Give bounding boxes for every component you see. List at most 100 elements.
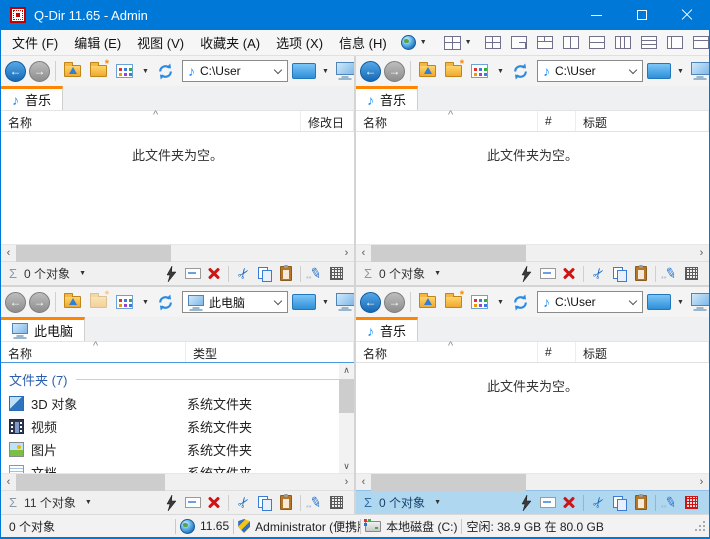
- quick-actions-button[interactable]: [516, 493, 537, 512]
- column-title[interactable]: 标题: [576, 342, 709, 362]
- quick-view-dropdown-icon[interactable]: ▼: [322, 68, 329, 75]
- column-modified[interactable]: 修改日: [301, 111, 354, 131]
- vscroll-down-icon[interactable]: ∨: [343, 459, 350, 473]
- up-folder-button[interactable]: [415, 59, 440, 83]
- tab-music[interactable]: ♪ 音乐: [356, 317, 418, 341]
- pane2-body[interactable]: 此文件夹为空。: [356, 132, 709, 244]
- column-number[interactable]: #: [538, 111, 576, 131]
- file-row[interactable]: 图片 系统文件夹: [1, 438, 354, 461]
- paste-button[interactable]: [630, 264, 651, 283]
- hscroll-track[interactable]: [371, 245, 694, 262]
- forward-button[interactable]: →: [29, 61, 50, 82]
- menu-favorites[interactable]: 收藏夹 (A): [192, 30, 268, 56]
- column-name[interactable]: 名称: [356, 111, 538, 131]
- pane2-hscrollbar[interactable]: ‹ ›: [356, 244, 709, 261]
- refresh-button[interactable]: [508, 290, 533, 314]
- menu-options[interactable]: 选项 (X): [268, 30, 331, 56]
- layout-icon-top-sub[interactable]: [537, 36, 553, 49]
- refresh-button[interactable]: [508, 59, 533, 83]
- view-mode-dropdown-icon[interactable]: ▼: [497, 299, 504, 306]
- hscroll-thumb[interactable]: [16, 474, 165, 491]
- pane4-hscrollbar[interactable]: ‹ ›: [356, 473, 709, 490]
- delete-button[interactable]: [558, 493, 579, 512]
- quick-view-button[interactable]: [647, 290, 672, 314]
- file-row[interactable]: 3D 对象 系统文件夹: [1, 392, 354, 415]
- back-button[interactable]: ←: [5, 292, 26, 313]
- quick-view-button[interactable]: [647, 59, 672, 83]
- hscroll-thumb[interactable]: [371, 474, 526, 491]
- hscroll-right-icon[interactable]: ›: [694, 246, 709, 261]
- hscroll-left-icon[interactable]: ‹: [1, 475, 16, 490]
- forward-button[interactable]: →: [384, 292, 405, 313]
- column-name[interactable]: 名称: [356, 342, 538, 362]
- paste-button[interactable]: [630, 493, 651, 512]
- resize-grip[interactable]: [695, 521, 705, 531]
- menu-edit[interactable]: 编辑 (E): [66, 30, 129, 56]
- address-combobox[interactable]: ♪ C:\User: [537, 60, 643, 82]
- pane1-hscrollbar[interactable]: ‹ ›: [1, 244, 354, 261]
- globe-icon[interactable]: [401, 35, 416, 50]
- desktop-button[interactable]: [333, 59, 356, 83]
- pane-select-button[interactable]: [326, 264, 347, 283]
- column-title[interactable]: 标题: [576, 111, 709, 131]
- hscroll-track[interactable]: [16, 245, 339, 262]
- copy-button[interactable]: [609, 493, 630, 512]
- pane4-body[interactable]: 此文件夹为空。: [356, 363, 709, 473]
- forward-button[interactable]: →: [384, 61, 405, 82]
- edit-button[interactable]: ✎**: [305, 264, 326, 283]
- quick-actions-button[interactable]: [161, 264, 182, 283]
- rename-button[interactable]: [182, 493, 203, 512]
- up-folder-button[interactable]: [60, 59, 85, 83]
- layout-icon-three-rows[interactable]: [641, 36, 657, 49]
- layout-icon-bottom-right-sub[interactable]: [511, 36, 527, 49]
- layout-dropdown-icon[interactable]: ▼: [465, 39, 472, 46]
- pane-select-button[interactable]: [681, 493, 702, 512]
- new-folder-button[interactable]: *: [441, 290, 466, 314]
- hscroll-left-icon[interactable]: ‹: [356, 246, 371, 261]
- file-row[interactable]: 文档 系统文件夹: [1, 461, 354, 473]
- refresh-button[interactable]: [153, 290, 178, 314]
- globe-dropdown-icon[interactable]: ▼: [420, 39, 427, 46]
- count-dropdown-icon[interactable]: ▼: [434, 270, 441, 277]
- layout-icon-left-column[interactable]: [667, 36, 683, 49]
- desktop-button[interactable]: [688, 290, 709, 314]
- quick-view-button[interactable]: [292, 59, 317, 83]
- vscroll-up-icon[interactable]: ∧: [343, 363, 350, 377]
- cut-button[interactable]: ✂: [233, 493, 254, 512]
- hscroll-track[interactable]: [16, 474, 339, 491]
- count-dropdown-icon[interactable]: ▼: [85, 499, 92, 506]
- address-combobox[interactable]: ♪ C:\User: [537, 291, 643, 313]
- edit-button[interactable]: ✎**: [660, 493, 681, 512]
- hscroll-right-icon[interactable]: ›: [694, 475, 709, 490]
- new-folder-button[interactable]: *: [86, 59, 111, 83]
- count-dropdown-icon[interactable]: ▼: [434, 499, 441, 506]
- layout-icon-quad-main[interactable]: [444, 36, 461, 50]
- cut-button[interactable]: ✂: [588, 264, 609, 283]
- delete-button[interactable]: [558, 264, 579, 283]
- pane-select-button[interactable]: [681, 264, 702, 283]
- tab-music[interactable]: ♪ 音乐: [1, 86, 63, 110]
- hscroll-left-icon[interactable]: ‹: [1, 246, 16, 261]
- paste-button[interactable]: [275, 264, 296, 283]
- file-row[interactable]: 视频 系统文件夹: [1, 415, 354, 438]
- quick-view-dropdown-icon[interactable]: ▼: [322, 299, 329, 306]
- pane3-hscrollbar[interactable]: ‹ ›: [1, 473, 354, 490]
- tab-this-pc[interactable]: 此电脑: [1, 317, 85, 341]
- copy-button[interactable]: [254, 493, 275, 512]
- address-combobox[interactable]: 此电脑: [182, 291, 288, 313]
- refresh-button[interactable]: [153, 59, 178, 83]
- hscroll-right-icon[interactable]: ›: [339, 475, 354, 490]
- quick-actions-button[interactable]: [161, 493, 182, 512]
- address-combobox[interactable]: ♪ C:\User: [182, 60, 288, 82]
- up-folder-button[interactable]: [415, 290, 440, 314]
- rename-button[interactable]: [537, 493, 558, 512]
- back-button[interactable]: ←: [360, 61, 381, 82]
- new-folder-button[interactable]: *: [441, 59, 466, 83]
- rename-button[interactable]: [537, 264, 558, 283]
- edit-button[interactable]: ✎**: [660, 264, 681, 283]
- pane3-body[interactable]: 文件夹 (7) 3D 对象 系统文件夹 视频 系统文件夹 图片 系统文件夹 文档…: [1, 363, 354, 473]
- rename-button[interactable]: [182, 264, 203, 283]
- layout-icon-quad[interactable]: [485, 36, 501, 49]
- view-mode-dropdown-icon[interactable]: ▼: [142, 299, 149, 306]
- pane1-body[interactable]: 此文件夹为空。: [1, 132, 354, 244]
